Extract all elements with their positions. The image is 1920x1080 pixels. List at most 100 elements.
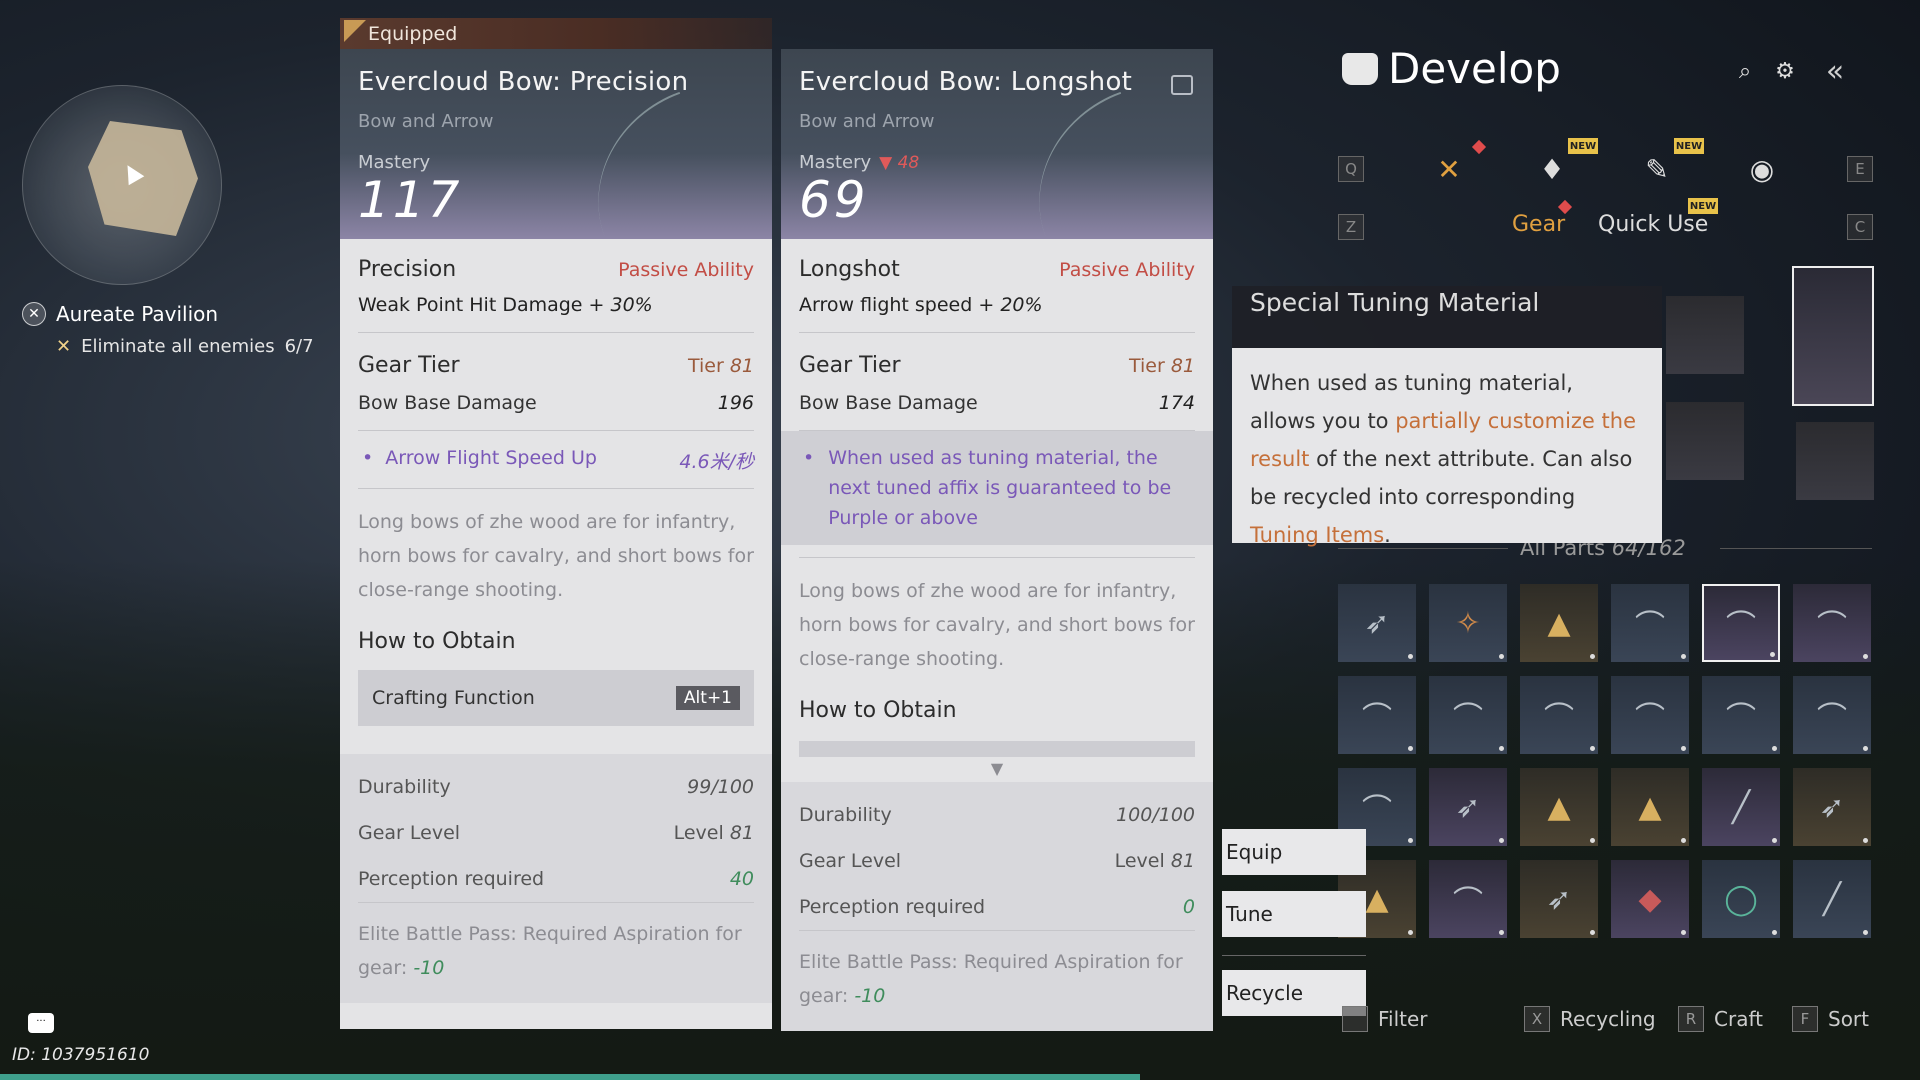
jade-ring-icon: ◯ <box>1724 881 1758 917</box>
inventory-slot[interactable]: ◆ <box>1611 860 1689 938</box>
arrows-icon: ➶ <box>1546 881 1572 917</box>
bow-icon: ⌒ <box>1362 701 1392 736</box>
search-icon[interactable]: ⌕ <box>1732 58 1758 84</box>
tab-quick-use[interactable]: Quick Use <box>1598 212 1708 237</box>
perception-value: 40 <box>729 868 754 890</box>
category-scroll-icon[interactable]: ✎ <box>1640 152 1674 186</box>
divider <box>1222 955 1366 956</box>
ability-type: Passive Ability <box>618 259 754 281</box>
inventory-slot[interactable]: ⌒ <box>1793 584 1871 662</box>
obtain-key-hint: Alt+1 <box>675 686 740 710</box>
inventory-slot[interactable]: ▲ <box>1520 768 1598 846</box>
equipped-armor-slot[interactable] <box>1666 296 1744 374</box>
equipped-tag: Equipped <box>340 18 772 49</box>
tune-button[interactable]: Tune <box>1222 891 1366 937</box>
chat-icon[interactable]: ··· <box>28 1013 54 1033</box>
back-arrow-icon[interactable]: « <box>1822 54 1848 89</box>
gear-icon[interactable]: ⚙ <box>1772 58 1798 84</box>
selected-weapon-slot[interactable] <box>1792 266 1874 406</box>
inventory-slot[interactable]: ╱ <box>1702 768 1780 846</box>
card-header: Evercloud Bow: Longshot Bow and Arrow Ma… <box>781 49 1213 239</box>
quest-title: Aureate Pavilion <box>56 302 219 326</box>
key-hint-e: E <box>1847 156 1873 182</box>
gear-level-label: Gear Level <box>799 850 902 872</box>
quest-objective: Eliminate all enemies <box>81 336 275 357</box>
tab-gear[interactable]: Gear <box>1512 212 1565 237</box>
inventory-slot[interactable]: ⌒ <box>1520 676 1598 754</box>
item-name: Evercloud Bow: Precision <box>358 67 689 97</box>
inventory-slot[interactable]: ╱ <box>1793 860 1871 938</box>
durability-label: Durability <box>358 776 451 798</box>
ability-type: Passive Ability <box>1059 259 1195 281</box>
ability-desc: Arrow flight speed + 20% <box>799 294 1043 316</box>
obtain-title: How to Obtain <box>358 629 516 654</box>
key-hint-c: C <box>1847 214 1873 240</box>
quest-icon: ✕ <box>22 302 46 326</box>
quest-tracker[interactable]: ✕ Aureate Pavilion ✕ Eliminate all enemi… <box>22 302 314 357</box>
category-weapons-icon[interactable]: ✕ <box>1432 152 1466 186</box>
category-medal-icon[interactable]: ◉ <box>1745 152 1779 186</box>
stats-block: Durability 99/100 Gear Level Level 81 Pe… <box>340 754 772 1003</box>
inventory-slot[interactable]: ⌒ <box>1429 860 1507 938</box>
inventory-slot[interactable]: ⌒ <box>1611 676 1689 754</box>
inventory-slot[interactable]: ➶ <box>1429 768 1507 846</box>
player-id: ID: 1037951610 <box>12 1045 150 1065</box>
base-damage-value: 174 <box>1158 392 1195 414</box>
item-category: Bow and Arrow <box>358 111 494 132</box>
inventory-slot[interactable]: ⌒ <box>1702 584 1780 662</box>
base-damage-value: 196 <box>717 392 754 414</box>
bow-icon: ⌒ <box>1635 609 1665 644</box>
inventory-slot[interactable]: ⌒ <box>1429 676 1507 754</box>
ring-slot[interactable] <box>1796 422 1874 500</box>
divider <box>1720 548 1872 549</box>
crossed-swords-icon: ✕ <box>56 336 72 357</box>
arrows-icon: ➶ <box>1819 789 1845 825</box>
mastery-label: Mastery <box>358 152 431 173</box>
tooltip-title: Special Tuning Material <box>1232 286 1662 348</box>
minimap[interactable] <box>22 85 222 285</box>
item-lore: Long bows of zhe wood are for infantry, … <box>799 557 1195 692</box>
develop-title: Develop <box>1342 44 1561 93</box>
obtain-method-label: Crafting Function <box>372 687 535 709</box>
item-name: Evercloud Bow: Longshot <box>799 67 1133 97</box>
inventory-slot[interactable]: ⌒ <box>1793 676 1871 754</box>
inventory-slot[interactable]: ➶ <box>1793 768 1871 846</box>
spear-icon: ╱ <box>1731 789 1751 825</box>
gear-level-label: Gear Level <box>358 822 461 844</box>
inventory-slot[interactable]: ➶ <box>1520 860 1598 938</box>
lock-icon[interactable] <box>1171 75 1193 95</box>
inventory-slot[interactable]: ▲ <box>1520 584 1598 662</box>
filter-hint[interactable]: Filter <box>1342 1006 1428 1032</box>
lantern-icon: ✧ <box>1455 605 1481 641</box>
battle-pass-note: Elite Battle Pass: Required Aspiration f… <box>799 930 1195 1027</box>
mastery-diff: ▼ 48 <box>879 152 920 173</box>
perception-value: 0 <box>1182 896 1195 918</box>
stats-block: Durability 100/100 Gear Level Level 81 P… <box>781 782 1213 1031</box>
arrows-icon: ➶ <box>1364 605 1390 641</box>
bow-icon: ⌒ <box>1726 609 1756 644</box>
inventory-slot[interactable]: ▲ <box>1611 768 1689 846</box>
inventory-slot[interactable]: ⌒ <box>1338 676 1416 754</box>
inventory-slot[interactable]: ⌒ <box>1702 676 1780 754</box>
affix-row: • Arrow Flight Speed Up 4.6米/秒 <box>358 431 754 489</box>
filter-key <box>1342 1006 1368 1032</box>
equip-button[interactable]: Equip <box>1222 829 1366 875</box>
inventory-slot[interactable]: ✧ <box>1429 584 1507 662</box>
durability-value: 100/100 <box>1116 804 1195 826</box>
check-icon <box>344 20 366 42</box>
equipped-accessory-slot[interactable] <box>1666 402 1744 480</box>
sort-hint[interactable]: F Sort <box>1792 1006 1869 1032</box>
bow-icon: ⌒ <box>1635 701 1665 736</box>
scroll-down-icon[interactable]: ▼ <box>799 759 1195 778</box>
card-header: Evercloud Bow: Precision Bow and Arrow M… <box>340 49 772 239</box>
top-toolbar: ⌕ ⚙ « <box>1732 54 1848 89</box>
new-badge: NEW <box>1688 198 1718 214</box>
craft-hint[interactable]: R Craft <box>1678 1006 1763 1032</box>
obtain-title: How to Obtain <box>799 698 957 723</box>
inventory-slot[interactable]: ◯ <box>1702 860 1780 938</box>
inventory-slot[interactable]: ⌒ <box>1611 584 1689 662</box>
obtain-method-button[interactable]: Crafting Function Alt+1 <box>358 670 754 726</box>
recycling-hint[interactable]: X Recycling <box>1524 1006 1656 1032</box>
inventory-slot[interactable]: ➶ <box>1338 584 1416 662</box>
category-pouch-icon[interactable]: ♦ <box>1535 152 1569 186</box>
